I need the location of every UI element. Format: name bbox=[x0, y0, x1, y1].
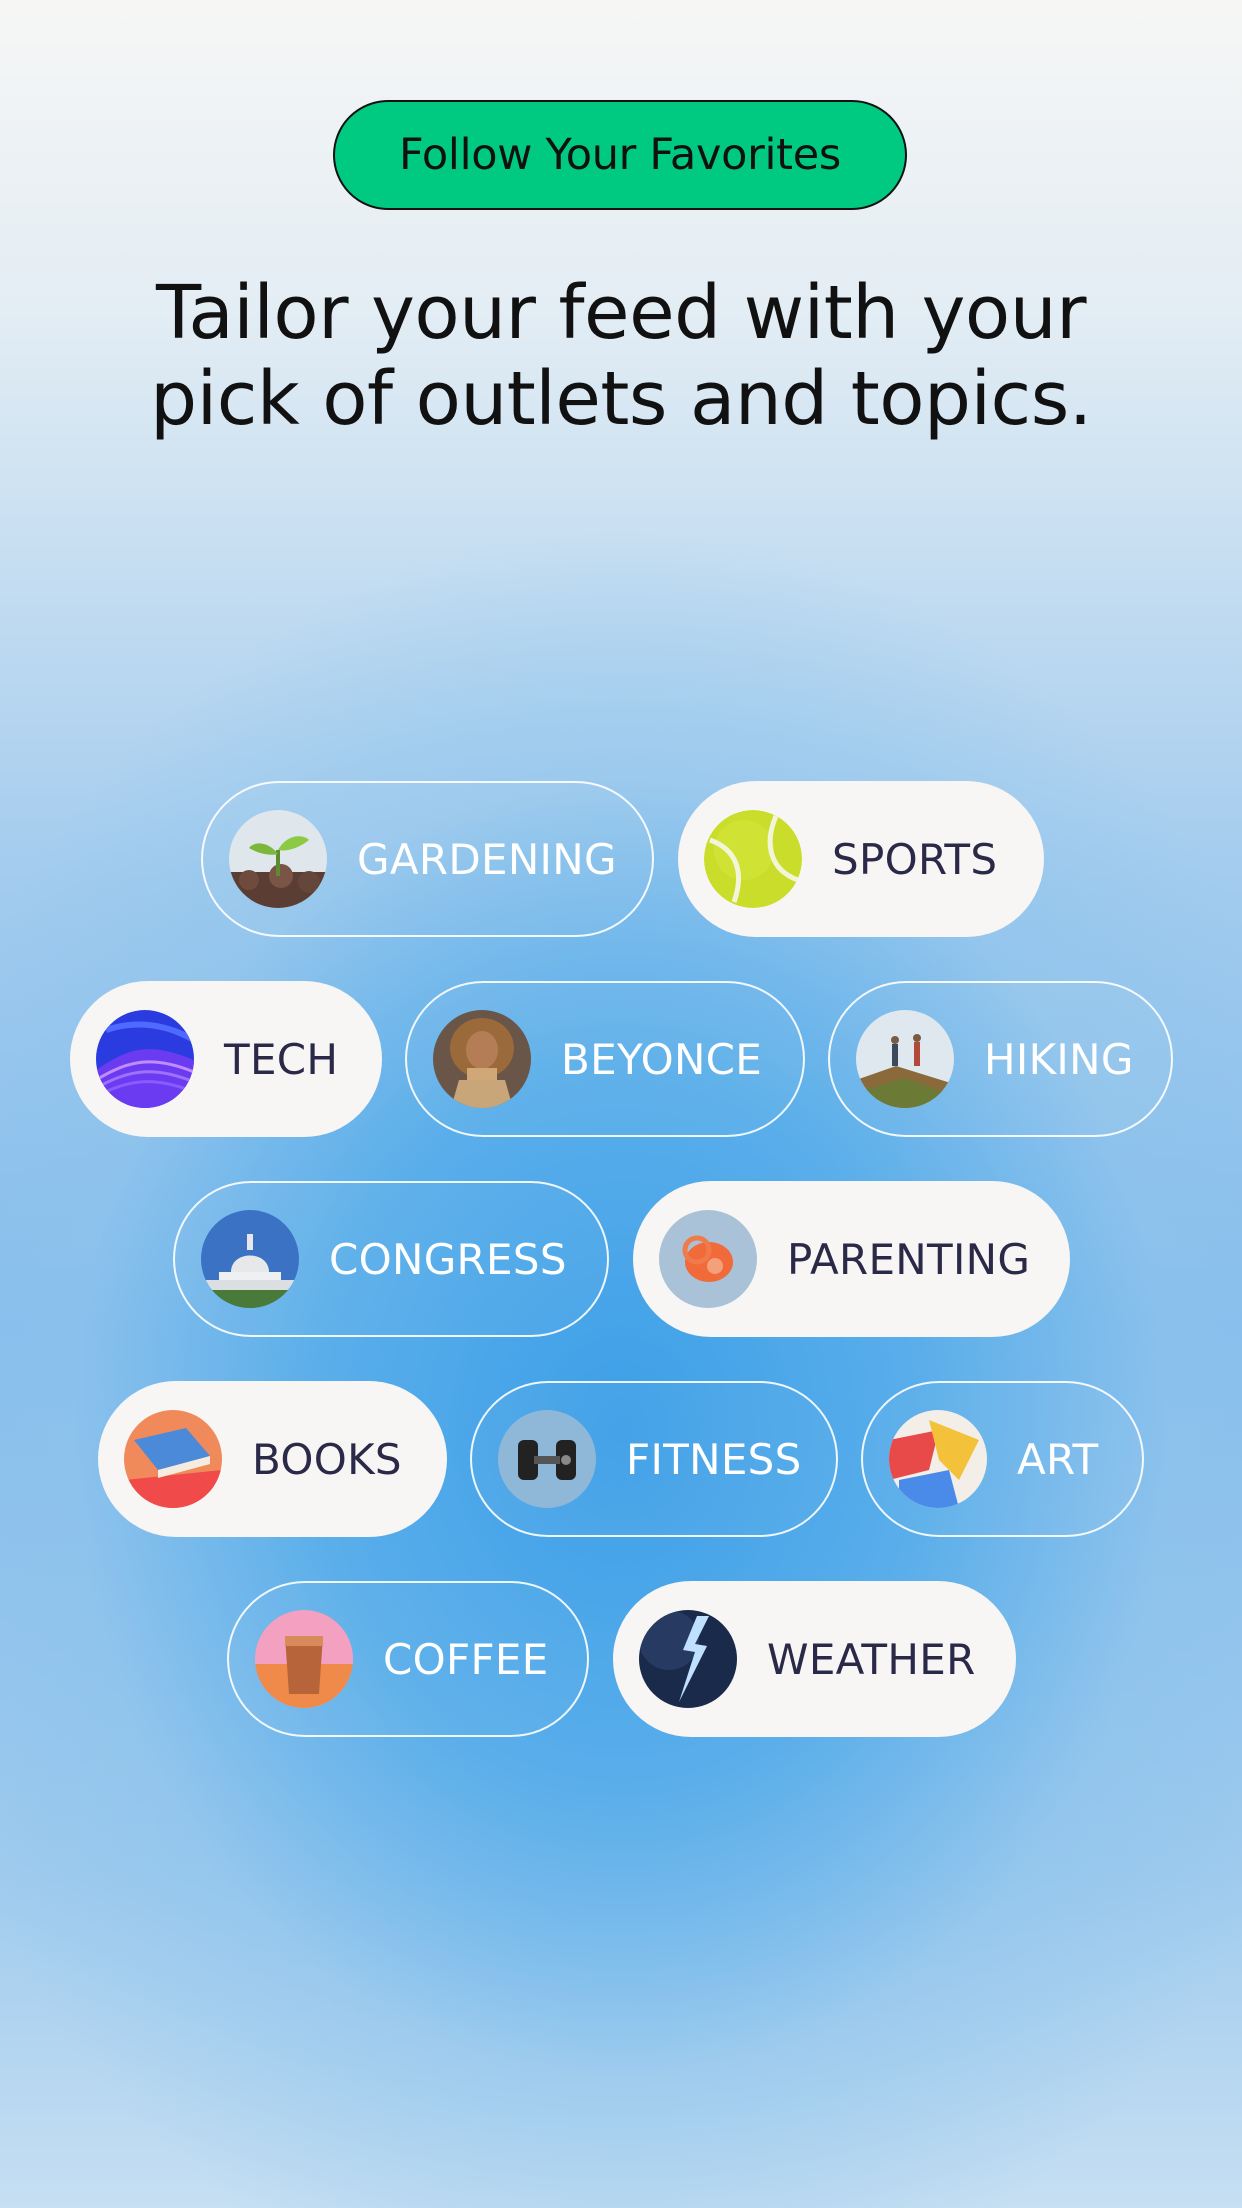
page-title: Tailor your feed with your pick of outle… bbox=[60, 270, 1182, 442]
topic-pill-gardening[interactable]: GARDENING bbox=[201, 781, 654, 937]
headline-line-2: pick of outlets and topics. bbox=[150, 356, 1092, 442]
headline-line-1: Tailor your feed with your bbox=[155, 270, 1087, 356]
topic-pill-art[interactable]: ART bbox=[861, 1381, 1144, 1537]
iced-coffee-icon bbox=[255, 1610, 353, 1708]
topic-label: SPORTS bbox=[832, 834, 998, 884]
topic-pill-beyonce[interactable]: BEYONCE bbox=[405, 981, 805, 1137]
topic-label: PARENTING bbox=[787, 1234, 1031, 1284]
topic-label: FITNESS bbox=[626, 1434, 802, 1484]
topic-pill-hiking[interactable]: HIKING bbox=[828, 981, 1173, 1137]
topic-label: WEATHER bbox=[767, 1634, 976, 1684]
topic-label: GARDENING bbox=[357, 834, 617, 884]
hikers-icon bbox=[856, 1010, 954, 1108]
topic-label: BOOKS bbox=[252, 1434, 402, 1484]
topic-pill-sports[interactable]: SPORTS bbox=[678, 781, 1044, 937]
topic-label: COFFEE bbox=[383, 1634, 549, 1684]
topic-pill-weather[interactable]: WEATHER bbox=[613, 1581, 1016, 1737]
lightning-icon bbox=[639, 1610, 737, 1708]
capitol-icon bbox=[201, 1210, 299, 1308]
topic-pill-congress[interactable]: CONGRESS bbox=[173, 1181, 609, 1337]
topic-pill-tech[interactable]: TECH bbox=[70, 981, 382, 1137]
seedling-icon bbox=[229, 810, 327, 908]
tennis-ball-icon bbox=[704, 810, 802, 908]
topic-pill-parenting[interactable]: PARENTING bbox=[633, 1181, 1070, 1337]
beyonce-avatar bbox=[433, 1010, 531, 1108]
topic-label: CONGRESS bbox=[329, 1234, 567, 1284]
topic-label: BEYONCE bbox=[561, 1034, 763, 1084]
topic-pill-fitness[interactable]: FITNESS bbox=[470, 1381, 838, 1537]
topic-pill-coffee[interactable]: COFFEE bbox=[227, 1581, 589, 1737]
topic-label: TECH bbox=[224, 1034, 339, 1084]
paint-icon bbox=[889, 1410, 987, 1508]
dumbbell-icon bbox=[498, 1410, 596, 1508]
tech-wave-icon bbox=[96, 1010, 194, 1108]
topic-pill-books[interactable]: BOOKS bbox=[98, 1381, 447, 1537]
follow-favorites-badge: Follow Your Favorites bbox=[333, 100, 907, 210]
topic-label: ART bbox=[1017, 1434, 1099, 1484]
topic-label: HIKING bbox=[984, 1034, 1134, 1084]
pacifier-icon bbox=[659, 1210, 757, 1308]
book-icon bbox=[124, 1410, 222, 1508]
